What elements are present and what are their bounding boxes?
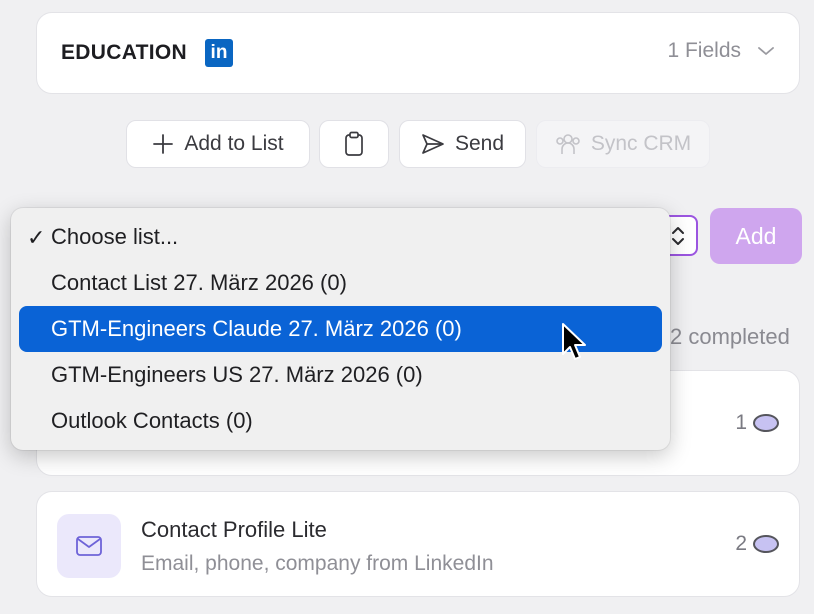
clipboard-icon xyxy=(345,131,363,156)
checkmark-icon: ✓ xyxy=(27,225,46,250)
education-section: EDUCATION in 1 Fields xyxy=(36,12,800,94)
card-title: Contact Profile Lite xyxy=(141,517,327,542)
credit-count: 1 xyxy=(735,411,747,434)
send-icon xyxy=(422,134,444,154)
credit-count: 2 xyxy=(735,532,747,555)
option-label: Outlook Contacts (0) xyxy=(51,408,253,433)
mail-icon xyxy=(57,514,121,578)
chevron-down-icon xyxy=(758,47,774,55)
plus-icon xyxy=(153,134,174,154)
send-button[interactable]: Send xyxy=(399,120,526,168)
card-subtitle: Email, phone, company from LinkedIn xyxy=(141,552,494,575)
coin-icon xyxy=(753,535,779,553)
coin-icon xyxy=(753,414,779,432)
send-label: Send xyxy=(454,132,505,155)
clipboard-button[interactable] xyxy=(319,120,389,168)
linkedin-icon: in xyxy=(205,39,233,67)
option-label: Contact List 27. März 2026 (0) xyxy=(51,270,347,295)
sync-crm-button[interactable]: Sync CRM xyxy=(536,120,710,168)
users-icon xyxy=(556,134,580,154)
option-label: Choose list... xyxy=(51,224,179,249)
fields-dropdown[interactable]: 1 Fields xyxy=(667,39,775,63)
option-label: GTM-Engineers Claude 27. März 2026 (0) xyxy=(51,316,462,341)
option-choose-list[interactable]: ✓ Choose list... xyxy=(19,214,662,260)
credit-cost: 2 xyxy=(735,532,779,556)
option-contact-list[interactable]: Contact List 27. März 2026 (0) xyxy=(19,260,662,306)
option-outlook-contacts[interactable]: Outlook Contacts (0) xyxy=(19,398,662,444)
option-label: GTM-Engineers US 27. März 2026 (0) xyxy=(51,362,423,387)
section-title: EDUCATION xyxy=(61,41,187,64)
enrichment-card-contact-profile-lite[interactable]: Contact Profile Lite Email, phone, compa… xyxy=(36,491,800,597)
add-button[interactable]: Add xyxy=(710,208,802,264)
fields-count: 1 Fields xyxy=(667,39,741,62)
add-to-list-button[interactable]: Add to List xyxy=(126,120,310,168)
add-to-list-label: Add to List xyxy=(184,132,284,155)
mouse-cursor-icon xyxy=(562,323,586,360)
credit-cost: 1 xyxy=(735,411,779,435)
sync-crm-label: Sync CRM xyxy=(590,132,692,155)
completed-status: 2 completed xyxy=(670,324,790,349)
